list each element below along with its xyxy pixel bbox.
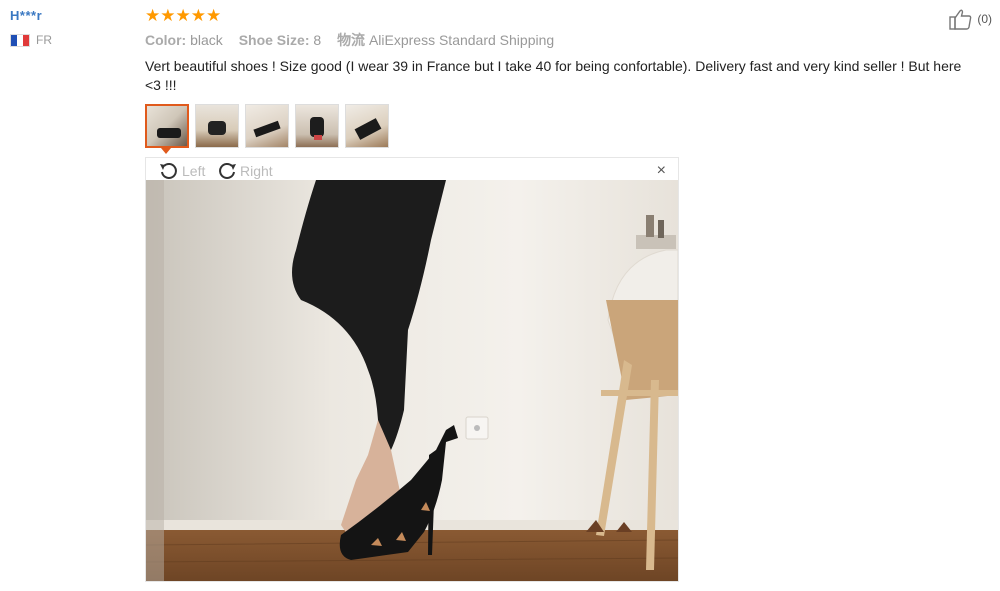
attr-color-value: black [190, 32, 223, 48]
country-code: FR [36, 33, 52, 47]
star-icon: ★ [206, 6, 222, 25]
star-icon: ★ [190, 6, 206, 25]
star-rating: ★★★★★ [145, 6, 990, 26]
rotate-right-button[interactable]: Right [216, 161, 273, 181]
star-icon: ★ [145, 6, 161, 25]
review-photo-image [146, 180, 678, 581]
france-flag-icon [10, 33, 30, 47]
review-text: Vert beautiful shoes ! Size good (I wear… [145, 58, 962, 93]
review-header: ★★★★★ Color: black Shoe Size: 8 物流 AliEx… [145, 6, 990, 50]
thumbs-up-icon [949, 9, 972, 30]
rotate-right-icon [219, 163, 236, 179]
close-viewer-button[interactable]: × [657, 162, 666, 180]
attr-size-key: Shoe Size: [238, 32, 310, 48]
review-photo [146, 180, 678, 581]
rotate-right-label: Right [240, 163, 273, 179]
reviewer-name: H***r [10, 8, 43, 23]
order-attributes: Color: black Shoe Size: 8 物流 AliExpress … [145, 30, 990, 50]
attr-size-value: 8 [313, 32, 322, 48]
photo-thumbnail[interactable] [295, 104, 339, 148]
photo-viewer: Left Right × [145, 157, 679, 582]
star-icon: ★ [160, 6, 176, 25]
attr-shipping-value: AliExpress Standard Shipping [368, 32, 555, 48]
active-thumbnail-pointer [161, 148, 171, 154]
photo-thumbnail[interactable] [345, 104, 389, 148]
reviewer-country: FR [10, 33, 52, 47]
photo-thumbnail[interactable] [195, 104, 239, 148]
helpful-count: (0) [977, 12, 992, 26]
star-icon: ★ [175, 6, 191, 25]
helpful-button[interactable]: (0) [949, 8, 992, 30]
photo-thumbnails [145, 104, 389, 148]
attr-shipping-key: 物流 [337, 32, 366, 48]
reviewer-info: H***r FR [10, 8, 52, 47]
photo-thumbnail[interactable] [145, 104, 189, 148]
photo-thumbnail[interactable] [245, 104, 289, 148]
rotate-left-label: Left [182, 163, 206, 179]
rotate-left-button[interactable]: Left [158, 161, 205, 181]
rotate-left-icon [160, 163, 177, 179]
attr-color-key: Color: [145, 32, 187, 48]
